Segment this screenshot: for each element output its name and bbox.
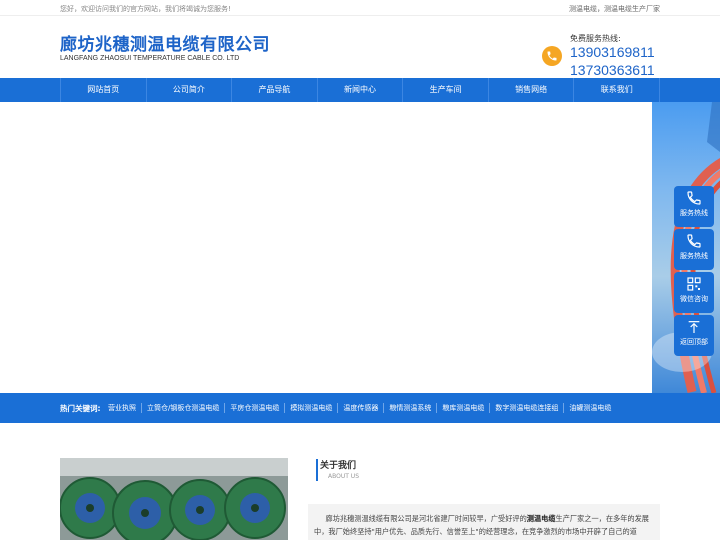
header: 廊坊兆穗测温电缆有限公司 LANGFANG ZHAOSUI TEMPERATUR… [0,16,720,78]
nav-item-workshop[interactable]: 生产车间 [402,78,488,102]
keyword-link[interactable]: 粮情测温系统 [384,403,438,413]
nav-item-sales[interactable]: 销售网络 [487,78,574,102]
side-back-to-top-label: 返回顶部 [680,338,708,346]
keyword-link[interactable]: 平房仓测温电缆 [225,403,286,413]
company-name-cn[interactable]: 廊坊兆穗测温电缆有限公司 [60,30,270,55]
phone-icon [687,234,701,248]
hot-keywords-label: 热门关键词: [60,404,101,413]
main-nav: 网站首页 公司简介 产品导航 新闻中心 生产车间 销售网络 联系我们 [0,78,720,102]
top-links[interactable]: 测温电缆，测温电缆生产厂家 [569,4,660,14]
hotline-phone-2[interactable]: 13730363611 [570,62,655,78]
nav-item-products[interactable]: 产品导航 [231,78,317,102]
phone-icon [687,191,701,205]
side-hotline-label: 服务热线 [680,209,708,217]
qrcode-icon [687,277,701,291]
nav-item-home[interactable]: 网站首页 [60,78,146,102]
hotline-title: 免费服务热线: [570,34,621,43]
arrow-up-icon [688,321,700,333]
keyword-link[interactable]: 油罐测温电缆 [564,403,616,413]
about-title: 关于我们 [320,461,357,471]
about-description: 廊坊兆穗测温线缆有限公司是河北省建厂时间较早，广受好评的测温电缆生产厂家之一，在… [308,504,660,540]
keyword-link[interactable]: 立筒仓/钢板仓测温电缆 [142,403,226,413]
keyword-link[interactable]: 营业执照 [103,403,142,413]
top-bar: 您好，欢迎访问我们的官方网站，我们将竭诚为您服务! 测温电缆，测温电缆生产厂家 [0,0,720,16]
floating-side-panel: 服务热线 服务热线 微信咨询 返回顶部 [674,186,714,358]
keyword-link[interactable]: 模拟测温电缆 [285,403,339,413]
about-text-pre: 廊坊兆穗测温线缆有限公司是河北省建厂时间较早，广受好评的 [325,514,527,523]
side-hotline-label-2: 服务热线 [680,252,708,260]
keyword-link[interactable]: 数字测温电缆连接组 [490,403,565,413]
side-back-to-top-button[interactable]: 返回顶部 [674,315,714,356]
side-hotline-button-2[interactable]: 服务热线 [674,229,714,270]
about-title-accent [316,459,318,481]
about-text-keyword[interactable]: 测温电缆 [527,514,556,523]
keyword-link[interactable]: 粮库测温电缆 [437,403,491,413]
side-wechat-label: 微信咨询 [680,295,708,303]
side-wechat-button[interactable]: 微信咨询 [674,272,714,313]
hero-banner[interactable] [0,102,720,393]
about-cable-reels-image [60,458,288,540]
welcome-text: 您好，欢迎访问我们的官方网站，我们将竭诚为您服务! [60,5,231,13]
nav-item-about[interactable]: 公司简介 [145,78,232,102]
keyword-link[interactable]: 温度传感器 [338,403,385,413]
nav-item-news[interactable]: 新闻中心 [316,78,403,102]
phone-icon [542,46,562,66]
hotline-phone-1[interactable]: 13903169811 [570,44,655,60]
about-subtitle: ABOUT US [328,473,360,480]
company-name-en: LANGFANG ZHAOSUI TEMPERATURE CABLE CO. L… [60,55,240,62]
side-hotline-button[interactable]: 服务热线 [674,186,714,227]
hot-keywords-bar: 热门关键词: 营业执照 立筒仓/钢板仓测温电缆 平房仓测温电缆 模拟测温电缆 温… [0,393,720,423]
nav-item-contact[interactable]: 联系我们 [573,78,661,102]
